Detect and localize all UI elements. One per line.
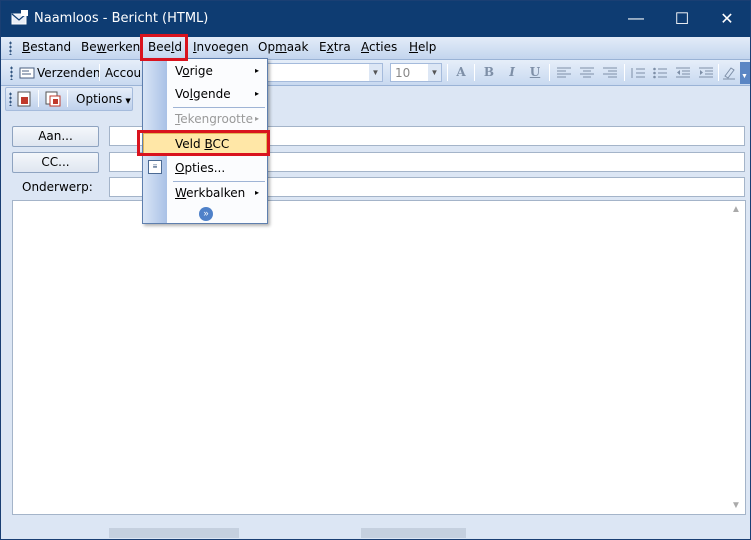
align-right-icon[interactable] (603, 67, 617, 79)
subject-label: Onderwerp: (22, 180, 93, 194)
chevron-down-icon: ▼ (741, 73, 748, 80)
menu-invoegen[interactable]: Invoegen (193, 40, 249, 54)
envelope-app-icon (11, 10, 28, 25)
submenu-arrow-icon: ▸ (254, 66, 259, 75)
maximize-icon: ☐ (674, 11, 690, 28)
title-bar: Naamloos - Bericht (HTML) — ☐ ✕ (1, 1, 750, 37)
standard-toolbar: Options ▼ (1, 86, 750, 112)
menu-item-volgende[interactable]: Volgende ▸ (143, 83, 267, 105)
toolbar-separator (474, 64, 475, 81)
menu-extra[interactable]: Extra (319, 40, 351, 54)
scroll-up-icon[interactable]: ▲ (731, 204, 741, 215)
send-icon (19, 67, 35, 79)
toolbar-separator (624, 64, 625, 81)
close-button[interactable]: ✕ (704, 1, 750, 37)
chevron-down-icon: ▼ (428, 64, 441, 81)
menu-bestand[interactable]: Bestand (22, 40, 71, 54)
submenu-arrow-icon: ▸ (254, 114, 259, 123)
options-button[interactable]: Options ▼ (76, 92, 131, 106)
menu-bar: Bestand Bewerken Beeld Invoegen Opmaak E… (1, 37, 750, 60)
message-window: Naamloos - Bericht (HTML) — ☐ ✕ Bestand … (0, 0, 751, 540)
toolbar-separator (549, 64, 550, 81)
accounts-button[interactable]: Accou (105, 66, 141, 80)
window-title: Naamloos - Bericht (HTML) (34, 11, 209, 26)
submenu-arrow-icon: ▸ (254, 188, 259, 197)
submenu-arrow-icon: ▸ (254, 89, 259, 98)
attach-item-icon[interactable] (45, 91, 61, 107)
toolbar-separator (99, 64, 100, 81)
bold-icon[interactable]: B (481, 65, 497, 81)
decrease-indent-icon[interactable] (676, 67, 690, 79)
expand-menu-icon[interactable]: » (199, 207, 213, 221)
message-body-editor[interactable]: ▲ ▼ (12, 200, 746, 515)
font-color-icon[interactable]: A (453, 65, 469, 81)
menu-item-werkbalken[interactable]: Werkbalken ▸ (143, 182, 267, 204)
chevron-down-icon: ▼ (369, 64, 382, 81)
attach-file-icon[interactable] (16, 91, 32, 107)
body-scrollbar[interactable]: ▲ ▼ (728, 201, 745, 514)
menu-item-vorige[interactable]: Vorige ▸ (143, 60, 267, 82)
toolbar-separator (38, 90, 39, 107)
minimize-button[interactable]: — (613, 1, 659, 37)
address-area: Aan... CC... Onderwerp: (1, 112, 750, 200)
bullet-list-icon[interactable] (653, 67, 667, 79)
highlight-beeld-menu (140, 34, 188, 61)
italic-icon[interactable]: I (504, 65, 520, 81)
menu-help[interactable]: Help (409, 40, 436, 54)
background-text-fragment (109, 528, 239, 538)
underline-icon[interactable]: U (527, 65, 543, 81)
menu-opmaak[interactable]: Opmaak (258, 40, 308, 54)
formatting-toolbar: Verzenden Accou ▼ 10 ▼ A B I U ▼ (1, 60, 750, 86)
options-list-icon: ≡ (148, 160, 162, 174)
align-center-icon[interactable] (580, 67, 594, 79)
toolbar-separator (67, 90, 68, 107)
send-label: Verzenden (37, 66, 101, 80)
toolbar-grip-icon[interactable] (10, 66, 13, 80)
increase-indent-icon[interactable] (699, 67, 713, 79)
menu-acties[interactable]: Acties (361, 40, 397, 54)
chevron-down-icon: ▼ (125, 97, 131, 105)
menu-bewerken[interactable]: Bewerken (81, 40, 140, 54)
send-button[interactable]: Verzenden (17, 62, 101, 83)
background-window-strip (1, 515, 750, 539)
font-name-combo[interactable]: ▼ (266, 63, 383, 82)
background-text-fragment (361, 528, 466, 538)
close-icon: ✕ (720, 11, 734, 28)
menu-item-tekengrootte: Tekengrootte ▸ (175, 112, 259, 126)
toolbar-overflow-button[interactable]: ▼ (740, 62, 750, 84)
numbered-list-icon[interactable] (631, 67, 645, 79)
toolbar-separator (718, 64, 719, 81)
font-size-combo[interactable]: 10 ▼ (390, 63, 442, 82)
highlight-icon[interactable] (722, 66, 736, 80)
minimize-icon: — (628, 10, 644, 27)
align-left-icon[interactable] (557, 67, 571, 79)
menu-item-opties[interactable]: ≡ Opties... (143, 157, 267, 179)
menubar-grip-icon[interactable] (9, 41, 12, 55)
cc-button[interactable]: CC... (12, 152, 99, 173)
to-button[interactable]: Aan... (12, 126, 99, 147)
highlight-veld-bcc (137, 130, 270, 156)
toolbar-grip-icon[interactable] (9, 92, 12, 106)
scroll-down-icon[interactable]: ▼ (731, 500, 741, 511)
font-size-value: 10 (395, 66, 411, 80)
maximize-button[interactable]: ☐ (659, 1, 705, 37)
toolbar-separator (447, 64, 448, 81)
